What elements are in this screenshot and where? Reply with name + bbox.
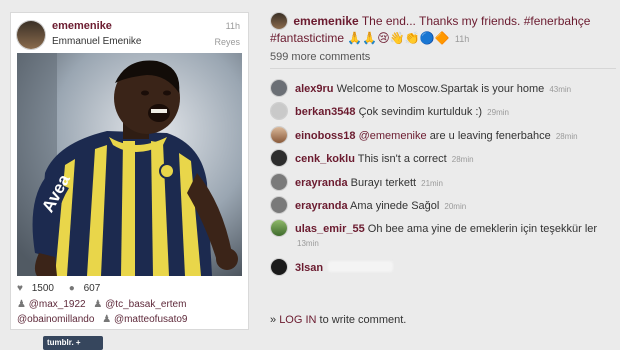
- commenter-avatar[interactable]: [270, 257, 288, 276]
- comment-time: 28min: [555, 131, 578, 141]
- comment-item: berkan3548 Çok sevindim kurtulduk :) 29m…: [268, 101, 618, 124]
- comment-time: 13min: [297, 239, 319, 249]
- comment-text: are u leaving fenerbahce: [429, 129, 551, 142]
- heart-icon: ♥: [17, 283, 23, 294]
- comment-text: Welcome to Moscow.Spartak is your home: [336, 83, 545, 95]
- post-location[interactable]: Reyes: [214, 37, 240, 47]
- commenter-username[interactable]: erayranda: [295, 200, 348, 212]
- post-full-name: Emmanuel Emenike: [52, 36, 142, 47]
- commenter-username[interactable]: berkan3548: [295, 106, 356, 118]
- tag-user-icon: ♟: [102, 314, 112, 325]
- comment-item: einoboss18 @ememenike are u leaving fene…: [268, 125, 618, 148]
- commenter-avatar[interactable]: [270, 79, 288, 97]
- caption-time: 11h: [454, 34, 470, 44]
- likes-count[interactable]: ♥ 1500: [17, 283, 60, 294]
- post-photo[interactable]: Avea: [17, 53, 242, 276]
- comment-time: 43min: [549, 85, 572, 94]
- tagged-users: ♟ @max_1922 ♟ @tc_basak_ertem @obainomil…: [17, 297, 245, 327]
- comments-count-value: 607: [83, 283, 101, 294]
- login-suffix: to write comment.: [319, 314, 407, 326]
- post-time: 11h: [225, 21, 240, 31]
- comment-text: Çok sevindim kurtulduk :): [358, 106, 483, 119]
- comment-time: 28min: [451, 155, 474, 165]
- more-comments-link[interactable]: 599 more comments: [270, 51, 370, 63]
- divider: [270, 68, 616, 69]
- comment-mention[interactable]: @ememenike: [359, 130, 427, 142]
- post-stats: ♥ 1500 ● 607: [17, 283, 112, 294]
- commenter-username[interactable]: einoboss18: [295, 130, 356, 142]
- tag-link[interactable]: @tc_basak_ertem: [105, 299, 186, 310]
- comment-time: 20min: [444, 201, 467, 211]
- commenter-avatar[interactable]: [270, 149, 288, 168]
- tag-link[interactable]: @max_1922: [29, 299, 86, 310]
- commenter-username[interactable]: erayranda: [295, 177, 348, 189]
- comment-time: 29min: [487, 108, 509, 118]
- footballer-photo: Avea: [17, 53, 242, 276]
- caption-username[interactable]: ememenike: [293, 14, 358, 28]
- tag-link[interactable]: @obainomillando: [17, 314, 94, 325]
- commenter-avatar[interactable]: [270, 102, 288, 121]
- commenter-username[interactable]: ulas_emir_55: [295, 223, 365, 235]
- commenter-avatar[interactable]: [270, 195, 288, 214]
- login-prompt: » LOG IN to write comment.: [270, 314, 406, 326]
- comment-list: alex9ru Welcome to Moscow.Spartak is you…: [268, 78, 618, 280]
- commenter-username[interactable]: 3lsan: [295, 262, 323, 274]
- comments-count[interactable]: ● 607: [69, 283, 107, 294]
- post-username[interactable]: ememenike: [52, 20, 112, 32]
- comment-item: cenk_koklu This isn't a correct 28min: [268, 148, 618, 171]
- comment-text: This isn't a correct: [357, 153, 447, 166]
- commenter-username[interactable]: alex9ru: [295, 83, 334, 95]
- comment-time: 21min: [421, 178, 443, 188]
- post-card: ememenike Emmanuel Emenike 11h Reyes Ave…: [10, 12, 249, 330]
- comment-text: Oh bee ama yine de emeklerin için teşekk…: [367, 223, 598, 236]
- tag-user-icon: ♟: [17, 299, 26, 310]
- login-link[interactable]: LOG IN: [279, 314, 316, 326]
- tag-user-icon: ♟: [93, 299, 103, 310]
- comment-item: ulas_emir_55 Oh bee ama yine de emekleri…: [268, 218, 618, 256]
- comment-text: Ama yinede Sağol: [350, 199, 440, 212]
- caption-avatar[interactable]: [270, 12, 288, 30]
- commenter-avatar[interactable]: [270, 172, 288, 191]
- tag-link[interactable]: @matteofusato9: [114, 314, 188, 325]
- likes-count-value: 1500: [31, 283, 54, 294]
- comment-item: erayranda Burayı terkett 21min: [268, 172, 618, 195]
- comment-item: 3lsan: [268, 257, 618, 280]
- post-caption: ememenike The end... Thanks my friends. …: [270, 12, 615, 48]
- comment-item: erayranda Ama yinede Sağol 20min: [268, 195, 618, 218]
- redacted-text: [328, 260, 394, 272]
- user-avatar[interactable]: [16, 20, 46, 50]
- tumblr-share-button[interactable]: tumblr. +: [43, 336, 103, 350]
- post-header: ememenike Emmanuel Emenike 11h Reyes: [16, 18, 242, 58]
- caption-emoji: 🙏🙏😢👋👏🔵🔶: [347, 31, 450, 45]
- login-arrow: »: [270, 314, 277, 326]
- commenter-avatar[interactable]: [270, 219, 288, 238]
- comment-item: alex9ru Welcome to Moscow.Spartak is you…: [268, 78, 618, 101]
- commenter-username[interactable]: cenk_koklu: [295, 153, 355, 165]
- comment-icon: ●: [68, 283, 75, 294]
- commenter-avatar[interactable]: [270, 125, 288, 144]
- comment-text: Burayı terkett: [350, 176, 417, 189]
